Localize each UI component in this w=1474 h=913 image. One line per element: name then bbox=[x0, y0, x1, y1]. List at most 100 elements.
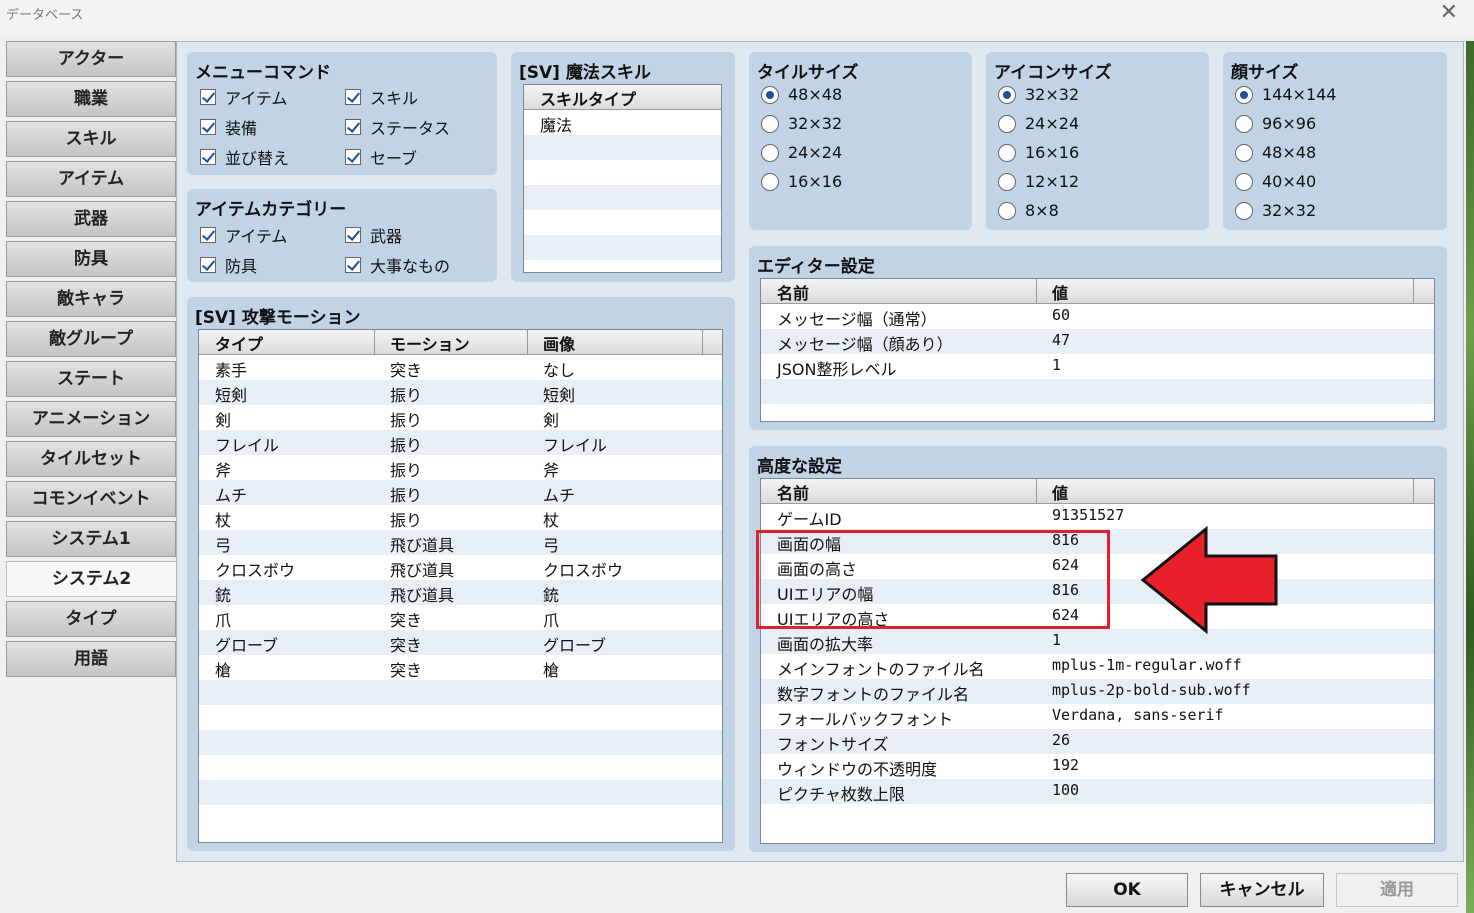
radio-icon-size[interactable]: 32×32 bbox=[998, 85, 1079, 104]
sidebar-item[interactable]: 用語 bbox=[6, 641, 176, 677]
radio-circle-icon[interactable] bbox=[761, 114, 779, 133]
table-row[interactable] bbox=[524, 135, 721, 160]
checkbox-check-icon[interactable] bbox=[200, 227, 216, 243]
sidebar-item[interactable]: アイテム bbox=[6, 161, 176, 197]
table-row[interactable] bbox=[524, 160, 721, 185]
sidebar-item[interactable]: 防具 bbox=[6, 241, 176, 277]
radio-icon-size[interactable]: 24×24 bbox=[998, 114, 1079, 133]
table-row[interactable]: メッセージ幅（通常） 60 bbox=[761, 304, 1434, 329]
checkbox-menu-commands[interactable]: セーブ bbox=[345, 145, 417, 169]
radio-circle-icon[interactable] bbox=[1235, 143, 1253, 162]
checkbox-check-icon[interactable] bbox=[345, 227, 361, 243]
radio-circle-icon[interactable] bbox=[998, 114, 1016, 133]
table-row[interactable]: グローブ 突き グローブ bbox=[199, 630, 722, 655]
table-row[interactable]: フォントサイズ 26 bbox=[761, 729, 1434, 754]
table-row[interactable] bbox=[199, 705, 722, 730]
table-row[interactable] bbox=[524, 235, 721, 260]
editor-settings-table[interactable]: 名前 値 メッセージ幅（通常） 60 メッセージ幅（顔あり） 47 JSON整形レベル 1 bbox=[760, 278, 1435, 422]
radio-circle-icon[interactable] bbox=[998, 85, 1016, 104]
table-row[interactable] bbox=[761, 804, 1434, 829]
table-row[interactable]: JSON整形レベル 1 bbox=[761, 354, 1434, 379]
table-row[interactable] bbox=[199, 780, 722, 805]
sidebar-item[interactable]: 武器 bbox=[6, 201, 176, 237]
radio-tile-size[interactable]: 24×24 bbox=[761, 143, 842, 162]
checkbox-check-icon[interactable] bbox=[345, 257, 361, 273]
table-row[interactable]: 数字フォントのファイル名 mplus-2p-bold-sub.woff bbox=[761, 679, 1434, 704]
table-row[interactable]: 弓 飛び道具 弓 bbox=[199, 530, 722, 555]
close-icon[interactable]: ✕ bbox=[1440, 0, 1458, 25]
sidebar-item[interactable]: コモンイベント bbox=[6, 481, 176, 517]
sidebar-item[interactable]: スキル bbox=[6, 121, 176, 157]
sidebar-item[interactable]: タイルセット bbox=[6, 441, 176, 477]
table-row[interactable]: 槍 突き 槍 bbox=[199, 655, 722, 680]
checkbox-check-icon[interactable] bbox=[200, 149, 216, 165]
radio-face-size[interactable]: 48×48 bbox=[1235, 143, 1316, 162]
table-row[interactable]: 杖 振り 杖 bbox=[199, 505, 722, 530]
table-row[interactable] bbox=[199, 755, 722, 780]
radio-face-size[interactable]: 40×40 bbox=[1235, 172, 1316, 191]
radio-face-size[interactable]: 144×144 bbox=[1235, 85, 1336, 104]
checkbox-check-icon[interactable] bbox=[200, 257, 216, 273]
table-row[interactable]: 魔法 bbox=[524, 110, 721, 135]
radio-circle-icon[interactable] bbox=[998, 172, 1016, 191]
checkbox-item-categories[interactable]: 大事なもの bbox=[345, 253, 450, 277]
table-row[interactable]: ウィンドウの不透明度 192 bbox=[761, 754, 1434, 779]
radio-tile-size[interactable]: 48×48 bbox=[761, 85, 842, 104]
table-row[interactable]: 画面の拡大率 1 bbox=[761, 629, 1434, 654]
table-row[interactable] bbox=[199, 680, 722, 705]
attack-motion-table[interactable]: タイプ モーション 画像 素手 突き なし 短剣 振り 短剣剣振り剣フレイル 振り フレイル斧… bbox=[198, 329, 723, 843]
table-row[interactable]: 斧 振り 斧 bbox=[199, 455, 722, 480]
cancel-button[interactable]: キャンセル bbox=[1200, 873, 1324, 907]
radio-circle-icon[interactable] bbox=[761, 172, 779, 191]
table-row[interactable]: 短剣 振り 短剣 bbox=[199, 380, 722, 405]
table-row[interactable] bbox=[761, 379, 1434, 404]
radio-icon-size[interactable]: 12×12 bbox=[998, 172, 1079, 191]
sidebar-item[interactable]: 敵キャラ bbox=[6, 281, 176, 317]
checkbox-check-icon[interactable] bbox=[200, 119, 216, 135]
sidebar-item[interactable]: 職業 bbox=[6, 81, 176, 117]
table-row[interactable]: メッセージ幅（顔あり） 47 bbox=[761, 329, 1434, 354]
checkbox-menu-commands[interactable]: アイテム bbox=[200, 85, 287, 109]
checkbox-item-categories[interactable]: アイテム bbox=[200, 223, 287, 247]
radio-circle-icon[interactable] bbox=[1235, 85, 1253, 104]
radio-circle-icon[interactable] bbox=[998, 143, 1016, 162]
checkbox-menu-commands[interactable]: 並び替え bbox=[200, 145, 289, 169]
radio-circle-icon[interactable] bbox=[998, 201, 1016, 220]
checkbox-menu-commands[interactable]: スキル bbox=[345, 85, 418, 109]
radio-icon-size[interactable]: 8×8 bbox=[998, 201, 1059, 220]
radio-tile-size[interactable]: 16×16 bbox=[761, 172, 842, 191]
table-row[interactable]: 素手 突き なし bbox=[199, 355, 722, 380]
radio-face-size[interactable]: 32×32 bbox=[1235, 201, 1316, 220]
table-row[interactable]: ゲームID 91351527 bbox=[761, 504, 1434, 529]
sidebar-item[interactable]: システム2 bbox=[6, 561, 176, 597]
sidebar-item[interactable]: ステート bbox=[6, 361, 176, 397]
sidebar-item[interactable]: 敵グループ bbox=[6, 321, 176, 357]
checkbox-check-icon[interactable] bbox=[345, 149, 361, 165]
checkbox-check-icon[interactable] bbox=[345, 119, 361, 135]
table-row[interactable]: 爪 突き 爪 bbox=[199, 605, 722, 630]
table-row[interactable] bbox=[524, 185, 721, 210]
table-row[interactable] bbox=[524, 210, 721, 235]
checkbox-item-categories[interactable]: 防具 bbox=[200, 253, 257, 277]
radio-circle-icon[interactable] bbox=[1235, 114, 1253, 133]
table-row[interactable]: 銃 飛び道具 銃 bbox=[199, 580, 722, 605]
checkbox-menu-commands[interactable]: 装備 bbox=[200, 115, 257, 139]
radio-tile-size[interactable]: 32×32 bbox=[761, 114, 842, 133]
sv-magic-table[interactable]: スキルタイプ 魔法 bbox=[523, 84, 722, 273]
radio-circle-icon[interactable] bbox=[1235, 172, 1253, 191]
table-row[interactable]: メインフォントのファイル名 mplus-1m-regular.woff bbox=[761, 654, 1434, 679]
checkbox-item-categories[interactable]: 武器 bbox=[345, 223, 402, 247]
table-row[interactable]: ムチ 振り ムチ bbox=[199, 480, 722, 505]
sidebar-item[interactable]: アクター bbox=[6, 41, 176, 77]
apply-button[interactable]: 適用 bbox=[1336, 873, 1458, 907]
checkbox-check-icon[interactable] bbox=[345, 89, 361, 105]
radio-circle-icon[interactable] bbox=[1235, 201, 1253, 220]
table-row[interactable]: クロスボウ 飛び道具 クロスボウ bbox=[199, 555, 722, 580]
table-row[interactable] bbox=[199, 805, 722, 830]
radio-circle-icon[interactable] bbox=[761, 143, 779, 162]
table-row[interactable]: 剣 振り 剣 bbox=[199, 405, 722, 430]
sidebar-item[interactable]: システム1 bbox=[6, 521, 176, 557]
table-row[interactable]: フレイル 振り フレイル bbox=[199, 430, 722, 455]
table-row[interactable]: ピクチャ枚数上限 100 bbox=[761, 779, 1434, 804]
sidebar-item[interactable]: アニメーション bbox=[6, 401, 176, 437]
